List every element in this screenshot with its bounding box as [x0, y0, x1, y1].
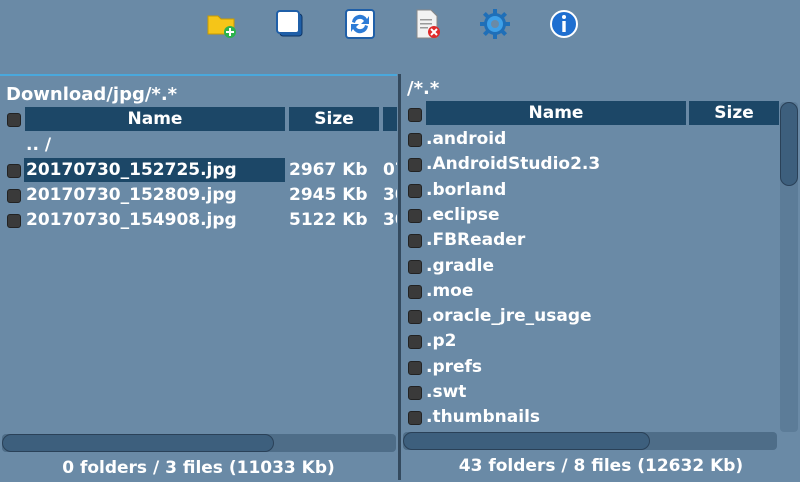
folder-name: .moe: [426, 280, 474, 301]
select-all-button[interactable]: [274, 8, 306, 40]
info-icon: [550, 10, 578, 38]
folder-row[interactable]: .moe: [402, 279, 778, 304]
right-vertical-scrollbar[interactable]: [780, 102, 798, 432]
info-button[interactable]: [548, 8, 580, 40]
parent-dir-label: .. /: [26, 135, 52, 155]
left-select-all-checkbox[interactable]: [7, 113, 21, 127]
folder-row[interactable]: .prefs: [402, 355, 778, 380]
folder-row[interactable]: .swt: [402, 380, 778, 405]
file-checkbox[interactable]: [7, 164, 21, 178]
left-status-bar: 0 folders / 3 files (11033 Kb): [62, 458, 335, 478]
file-row[interactable]: 20170730_154908.jpg 5122 Kb 30: [0, 208, 397, 233]
settings-button[interactable]: [479, 8, 511, 40]
folder-row[interactable]: .thumbnails: [402, 405, 778, 430]
sync-button[interactable]: [344, 8, 376, 40]
right-select-all-checkbox[interactable]: [408, 108, 422, 122]
new-folder-button[interactable]: [206, 8, 238, 40]
folder-row[interactable]: .oracle_jre_usage: [402, 304, 778, 329]
sync-icon: [345, 9, 375, 39]
folder-name: .gradle: [426, 255, 495, 276]
right-column-size-header[interactable]: Size: [689, 101, 779, 125]
parent-dir-row[interactable]: .. /: [0, 133, 397, 158]
folder-name: .AndroidStudio2.3: [426, 154, 601, 175]
right-scroll-thumb[interactable]: [403, 432, 650, 450]
right-file-panel[interactable]: /*.* Name Size .android .AndroidStudio2.3…: [402, 74, 800, 480]
folder-row[interactable]: .android: [402, 127, 778, 152]
folder-checkbox[interactable]: [408, 183, 422, 198]
left-column-date-header[interactable]: [383, 107, 397, 131]
delete-file-icon: [416, 9, 440, 39]
left-column-name-header[interactable]: Name: [25, 107, 285, 131]
file-checkbox[interactable]: [7, 214, 21, 228]
left-path-label: Download/jpg/*.*: [6, 84, 178, 105]
file-date: 07: [383, 160, 397, 180]
right-vertical-scroll-thumb[interactable]: [780, 102, 798, 186]
folder-checkbox[interactable]: [408, 133, 422, 147]
file-size: 5122 Kb: [289, 210, 368, 230]
file-row[interactable]: 20170730_152725.jpg 2967 Kb 07: [0, 158, 397, 183]
right-status-bar: 43 folders / 8 files (12632 Kb): [458, 456, 744, 476]
settings-gear-icon: [480, 9, 510, 39]
file-row[interactable]: 20170730_152809.jpg 2945 Kb 30: [0, 183, 397, 208]
folder-row[interactable]: .eclipse: [402, 203, 778, 228]
toolbar: [0, 0, 800, 52]
folder-checkbox[interactable]: [408, 411, 422, 426]
delete-file-button[interactable]: [411, 8, 443, 40]
right-path-label: /*.*: [407, 78, 440, 99]
new-folder-icon: [207, 15, 236, 38]
file-name: 20170730_152809.jpg: [26, 185, 237, 205]
folder-name: .oracle_jre_usage: [426, 306, 592, 327]
left-scroll-thumb[interactable]: [2, 434, 274, 452]
folder-row[interactable]: .p2: [402, 329, 778, 354]
folder-name: .thumbnails: [426, 407, 541, 428]
file-date: 30: [383, 185, 397, 205]
right-column-name-header[interactable]: Name: [426, 101, 686, 125]
file-name: 20170730_152725.jpg: [26, 160, 237, 180]
left-horizontal-scrollbar[interactable]: [2, 434, 396, 452]
folder-checkbox[interactable]: [408, 386, 422, 400]
folder-checkbox[interactable]: [408, 234, 422, 249]
folder-row[interactable]: .FBReader: [402, 228, 778, 253]
folder-checkbox[interactable]: [408, 310, 422, 325]
folder-name: .swt: [426, 382, 467, 402]
folder-checkbox[interactable]: [408, 158, 422, 173]
file-size: 2967 Kb: [289, 160, 368, 180]
folder-row[interactable]: .gradle: [402, 254, 778, 279]
folder-name: .android: [426, 129, 507, 149]
file-name: 20170730_154908.jpg: [26, 210, 237, 230]
folder-name: .eclipse: [426, 204, 500, 225]
file-date: 30: [383, 210, 397, 230]
folder-name: .p2: [426, 331, 457, 352]
select-all-icon: [276, 10, 303, 37]
folder-checkbox[interactable]: [408, 335, 422, 350]
folder-checkbox[interactable]: [408, 360, 422, 375]
folder-name: .borland: [426, 179, 507, 200]
folder-checkbox[interactable]: [408, 259, 422, 274]
file-size: 2945 Kb: [289, 185, 368, 205]
folder-row[interactable]: .borland: [402, 178, 778, 203]
folder-name: .prefs: [426, 356, 483, 377]
folder-checkbox[interactable]: [408, 208, 422, 223]
folder-checkbox[interactable]: [408, 284, 422, 299]
file-checkbox[interactable]: [7, 189, 21, 203]
right-horizontal-scrollbar[interactable]: [403, 432, 777, 450]
left-file-panel[interactable]: Download/jpg/*.* Name Size .. / 20170730…: [0, 74, 397, 482]
folder-name: .FBReader: [426, 230, 526, 251]
left-column-size-header[interactable]: Size: [289, 107, 379, 131]
folder-row[interactable]: .AndroidStudio2.3: [402, 152, 778, 177]
